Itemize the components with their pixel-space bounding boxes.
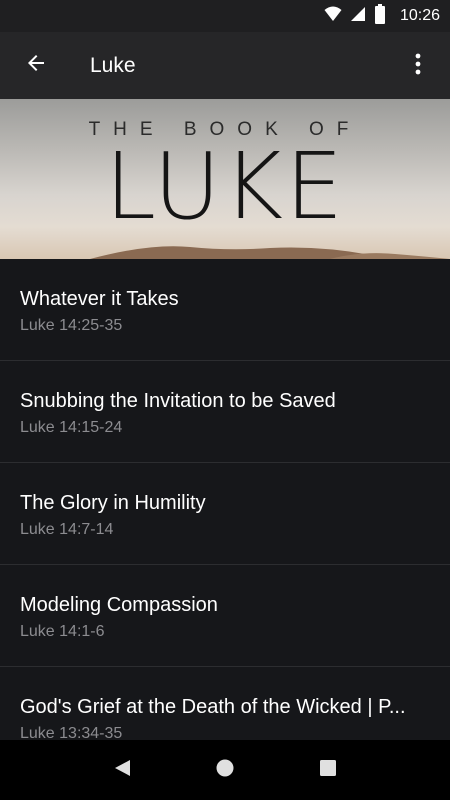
more-vert-icon bbox=[415, 53, 421, 80]
desert-dunes-illustration bbox=[90, 246, 450, 259]
banner-title: LUKE bbox=[104, 133, 346, 240]
system-nav-bar bbox=[0, 740, 450, 800]
sermon-title: Modeling Compassion bbox=[20, 594, 218, 616]
sermon-reference: Luke 14:1-6 bbox=[20, 623, 105, 640]
back-triangle-icon bbox=[112, 758, 132, 783]
home-circle-icon bbox=[215, 758, 235, 783]
list-item[interactable]: The Glory in Humility Luke 14:7-14 bbox=[0, 463, 450, 565]
list-item[interactable]: Snubbing the Invitation to be Saved Luke… bbox=[0, 361, 450, 463]
battery-icon bbox=[374, 3, 386, 29]
arrow-back-icon bbox=[24, 51, 48, 80]
cell-signal-icon bbox=[350, 6, 366, 27]
sermon-reference: Luke 14:7-14 bbox=[20, 521, 114, 538]
sermon-title: God's Grief at the Death of the Wicked |… bbox=[20, 696, 406, 718]
page-title: Luke bbox=[90, 53, 136, 77]
sermon-title: The Glory in Humility bbox=[20, 492, 206, 514]
app-bar: Luke bbox=[0, 32, 450, 99]
status-bar: 10:26 bbox=[0, 0, 450, 32]
list-item[interactable]: Whatever it Takes Luke 14:25-35 bbox=[0, 259, 450, 361]
sermon-reference: Luke 14:25-35 bbox=[20, 317, 123, 334]
back-button[interactable] bbox=[8, 38, 64, 94]
nav-recents-button[interactable] bbox=[308, 750, 348, 790]
nav-back-button[interactable] bbox=[102, 750, 142, 790]
list-item[interactable]: Modeling Compassion Luke 14:1-6 bbox=[0, 565, 450, 667]
sermon-list: Whatever it Takes Luke 14:25-35 Snubbing… bbox=[0, 259, 450, 769]
sermon-title: Snubbing the Invitation to be Saved bbox=[20, 390, 336, 412]
sermon-title: Whatever it Takes bbox=[20, 288, 179, 310]
status-time: 10:26 bbox=[399, 7, 440, 24]
series-banner: THE BOOK OF LUKE bbox=[0, 99, 450, 259]
recents-square-icon bbox=[318, 758, 338, 783]
overflow-menu-button[interactable] bbox=[396, 38, 440, 94]
nav-home-button[interactable] bbox=[205, 750, 245, 790]
wifi-icon bbox=[324, 6, 342, 27]
sermon-reference: Luke 14:15-24 bbox=[20, 419, 123, 436]
